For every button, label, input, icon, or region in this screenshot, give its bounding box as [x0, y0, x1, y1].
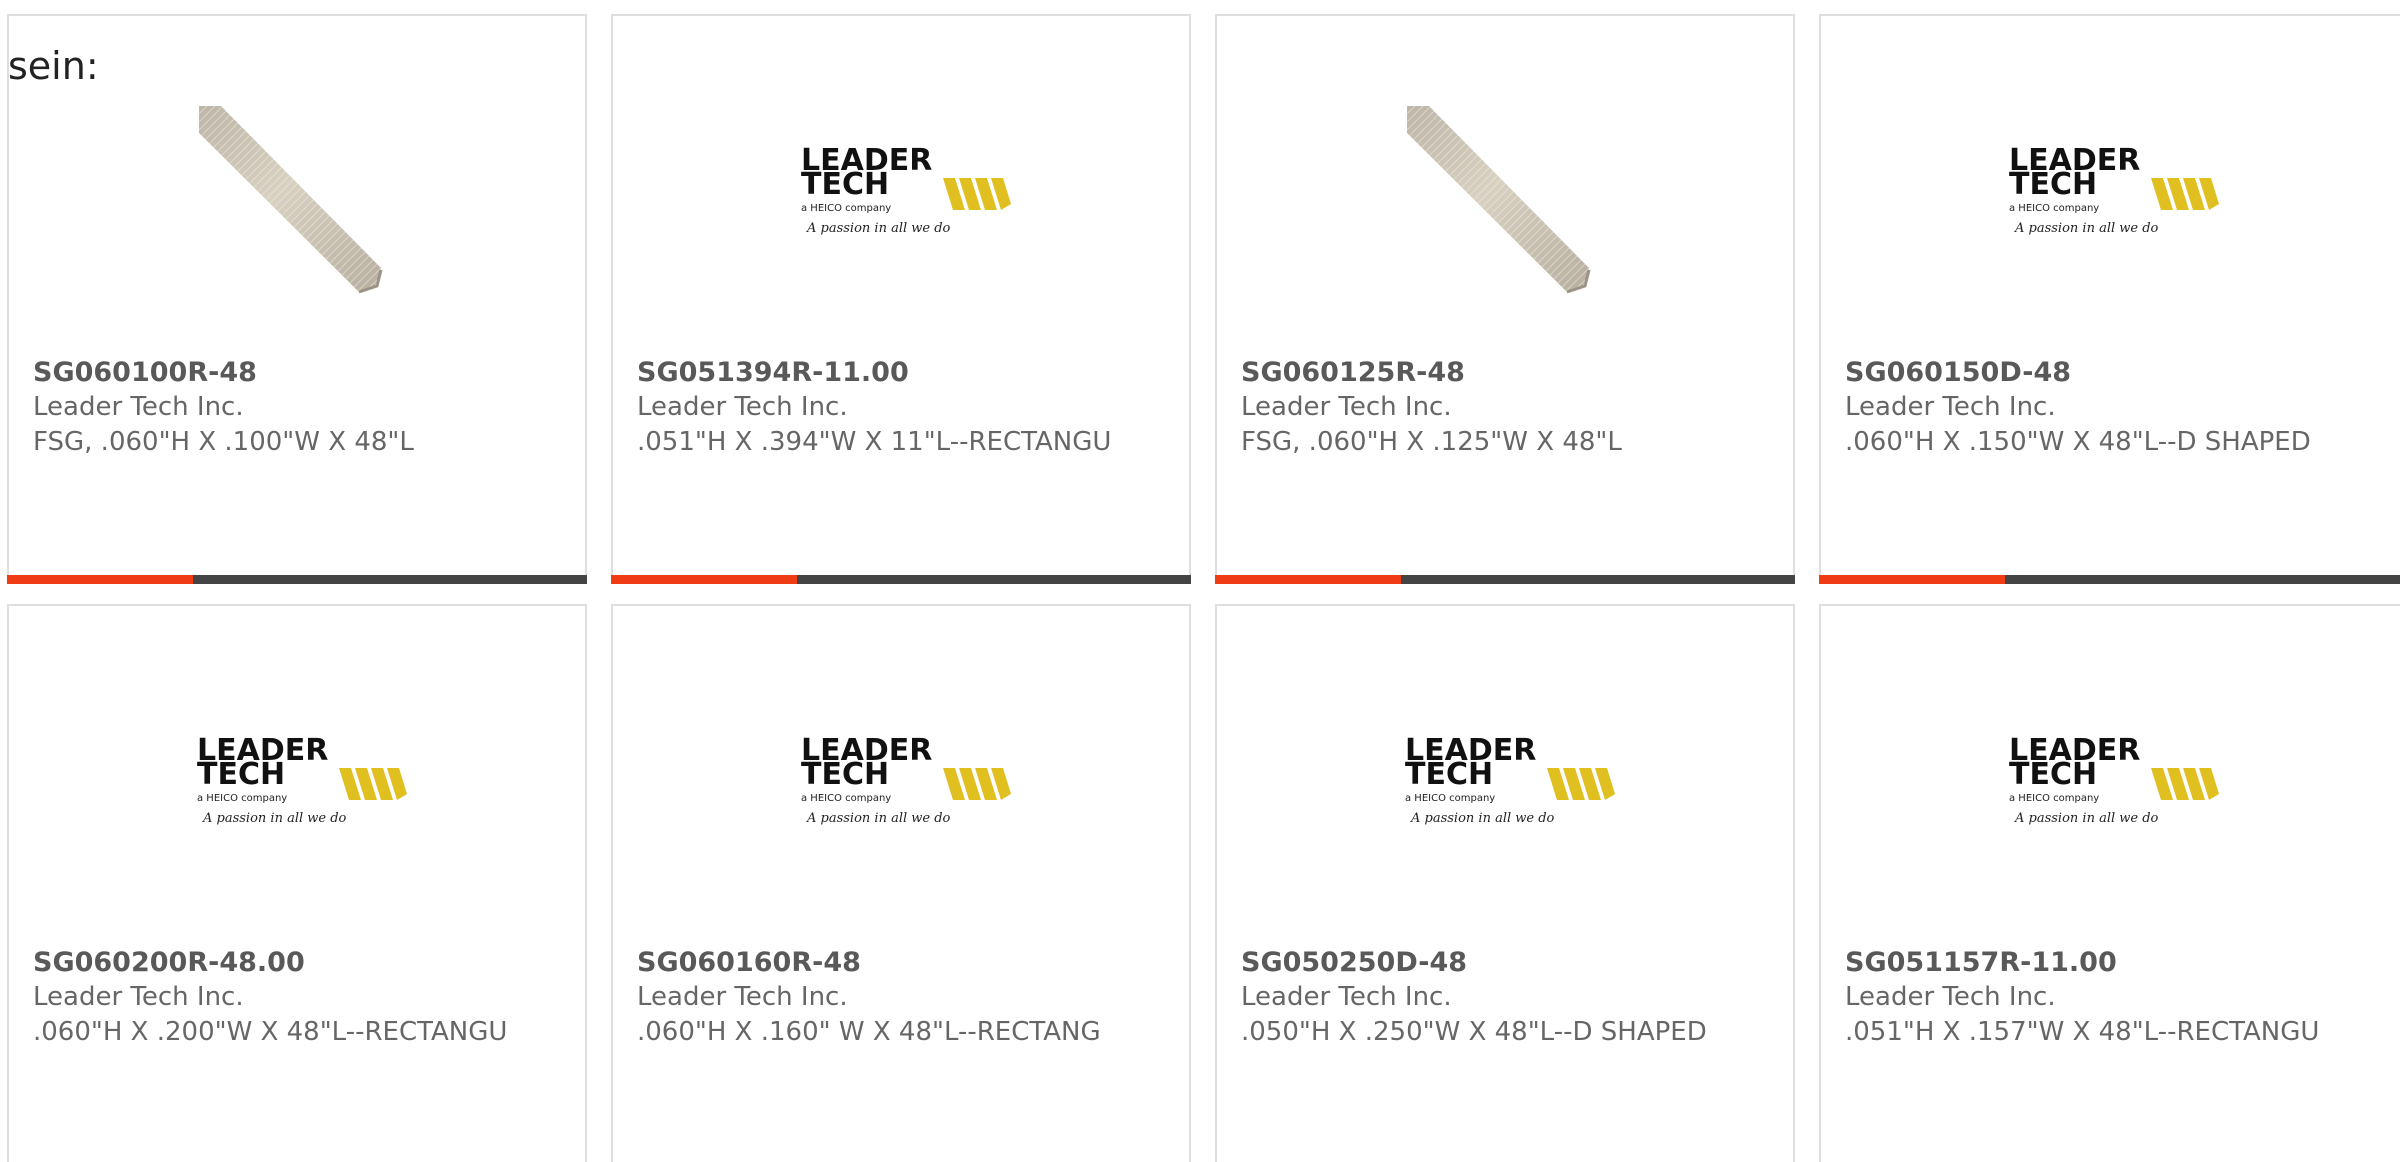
- product-info: SG060100R-48 Leader Tech Inc. FSG, .060"…: [33, 356, 553, 459]
- product-card[interactable]: LEADER TECH a HEICO company A passion in…: [611, 604, 1191, 1162]
- product-grid-page: sein: SG060100R-48 Leader Tech Inc. FSG,…: [0, 0, 2400, 1162]
- product-card[interactable]: SG060100R-48 Leader Tech Inc. FSG, .060"…: [7, 14, 587, 584]
- leader-tech-logo: LEADER TECH a HEICO company A passion in…: [2009, 143, 2219, 236]
- product-image-area[interactable]: LEADER TECH a HEICO company A passion in…: [9, 656, 585, 886]
- product-info: SG050250D-48 Leader Tech Inc. .050"H X .…: [1241, 946, 1761, 1049]
- product-description: .051"H X .157"W X 48"L--RECTANGU: [1845, 1017, 2320, 1047]
- product-info: SG051157R-11.00 Leader Tech Inc. .051"H …: [1845, 946, 2365, 1049]
- logo-tagline: A passion in all we do: [202, 811, 347, 826]
- leader-tech-logo: LEADER TECH a HEICO company A passion in…: [197, 733, 407, 826]
- product-image-area[interactable]: LEADER TECH a HEICO company A passion in…: [1217, 656, 1793, 886]
- product-info: SG060160R-48 Leader Tech Inc. .060"H X .…: [637, 946, 1157, 1049]
- logo-subtitle: a HEICO company: [2009, 203, 2099, 214]
- product-image-area[interactable]: LEADER TECH a HEICO company A passion in…: [613, 656, 1189, 886]
- product-manufacturer: Leader Tech Inc.: [1241, 982, 1452, 1012]
- logo-subtitle: a HEICO company: [1405, 793, 1495, 804]
- card-bottom-bar: [1215, 575, 1795, 584]
- product-info: SG060125R-48 Leader Tech Inc. FSG, .060"…: [1241, 356, 1761, 459]
- card-bar-accent: [1819, 575, 2005, 584]
- product-manufacturer: Leader Tech Inc.: [637, 392, 848, 422]
- leader-tech-logo: LEADER TECH a HEICO company A passion in…: [801, 733, 1011, 826]
- metal-strip-image: [199, 106, 383, 294]
- logo-subtitle: a HEICO company: [2009, 793, 2099, 804]
- product-card[interactable]: LEADER TECH a HEICO company A passion in…: [1819, 14, 2400, 584]
- card-bar-accent: [7, 575, 193, 584]
- logo-line-2: TECH: [801, 757, 889, 792]
- product-description: .060"H X .150"W X 48"L--D SHAPED: [1845, 427, 2311, 457]
- product-card[interactable]: LEADER TECH a HEICO company A passion in…: [1215, 604, 1795, 1162]
- product-description: .050"H X .250"W X 48"L--D SHAPED: [1241, 1017, 1707, 1047]
- product-sku[interactable]: SG060160R-48: [637, 946, 1157, 980]
- product-sku[interactable]: SG050250D-48: [1241, 946, 1761, 980]
- logo-subtitle: a HEICO company: [197, 793, 287, 804]
- product-image-area[interactable]: [9, 66, 585, 296]
- product-card[interactable]: LEADER TECH a HEICO company A passion in…: [1819, 604, 2400, 1162]
- metal-strip-image: [1407, 106, 1591, 294]
- leader-tech-logo: LEADER TECH a HEICO company A passion in…: [2009, 733, 2219, 826]
- product-description: FSG, .060"H X .100"W X 48"L: [33, 427, 414, 457]
- product-info: SG060200R-48.00 Leader Tech Inc. .060"H …: [33, 946, 553, 1049]
- card-bottom-bar: [611, 575, 1191, 584]
- product-sku[interactable]: SG060100R-48: [33, 356, 553, 390]
- product-description: .060"H X .200"W X 48"L--RECTANGU: [33, 1017, 508, 1047]
- product-sku[interactable]: SG051394R-11.00: [637, 356, 1157, 390]
- product-sku[interactable]: SG060150D-48: [1845, 356, 2365, 390]
- logo-tagline: A passion in all we do: [806, 811, 951, 826]
- logo-subtitle: a HEICO company: [801, 203, 891, 214]
- logo-line-2: TECH: [801, 167, 889, 202]
- product-manufacturer: Leader Tech Inc.: [1241, 392, 1452, 422]
- product-card[interactable]: LEADER TECH a HEICO company A passion in…: [7, 604, 587, 1162]
- product-description: .051"H X .394"W X 11"L--RECTANGU: [637, 427, 1112, 457]
- product-image-area[interactable]: [1217, 66, 1793, 296]
- product-manufacturer: Leader Tech Inc.: [637, 982, 848, 1012]
- logo-tagline: A passion in all we do: [806, 221, 951, 236]
- leader-tech-logo: LEADER TECH a HEICO company A passion in…: [801, 143, 1011, 236]
- logo-line-2: TECH: [1405, 757, 1493, 792]
- logo-line-2: TECH: [2009, 167, 2097, 202]
- card-bottom-bar: [7, 575, 587, 584]
- product-sku[interactable]: SG060200R-48.00: [33, 946, 553, 980]
- product-info: SG051394R-11.00 Leader Tech Inc. .051"H …: [637, 356, 1157, 459]
- product-image-area[interactable]: LEADER TECH a HEICO company A passion in…: [1821, 66, 2400, 296]
- product-manufacturer: Leader Tech Inc.: [1845, 982, 2056, 1012]
- product-card[interactable]: LEADER TECH a HEICO company A passion in…: [611, 14, 1191, 584]
- partial-heading: sein:: [8, 44, 99, 88]
- product-sku[interactable]: SG060125R-48: [1241, 356, 1761, 390]
- product-manufacturer: Leader Tech Inc.: [33, 392, 244, 422]
- product-description: FSG, .060"H X .125"W X 48"L: [1241, 427, 1622, 457]
- product-manufacturer: Leader Tech Inc.: [33, 982, 244, 1012]
- product-image-area[interactable]: LEADER TECH a HEICO company A passion in…: [613, 66, 1189, 296]
- card-bar-accent: [611, 575, 797, 584]
- product-description: .060"H X .160" W X 48"L--RECTANG: [637, 1017, 1101, 1047]
- leader-tech-logo: LEADER TECH a HEICO company A passion in…: [1405, 733, 1615, 826]
- logo-tagline: A passion in all we do: [1410, 811, 1555, 826]
- product-info: SG060150D-48 Leader Tech Inc. .060"H X .…: [1845, 356, 2365, 459]
- product-card[interactable]: SG060125R-48 Leader Tech Inc. FSG, .060"…: [1215, 14, 1795, 584]
- logo-line-2: TECH: [197, 757, 285, 792]
- logo-line-2: TECH: [2009, 757, 2097, 792]
- product-sku[interactable]: SG051157R-11.00: [1845, 946, 2365, 980]
- logo-subtitle: a HEICO company: [801, 793, 891, 804]
- card-bottom-bar: [1819, 575, 2400, 584]
- product-image-area[interactable]: LEADER TECH a HEICO company A passion in…: [1821, 656, 2400, 886]
- card-bar-accent: [1215, 575, 1401, 584]
- logo-tagline: A passion in all we do: [2014, 811, 2159, 826]
- logo-tagline: A passion in all we do: [2014, 221, 2159, 236]
- product-manufacturer: Leader Tech Inc.: [1845, 392, 2056, 422]
